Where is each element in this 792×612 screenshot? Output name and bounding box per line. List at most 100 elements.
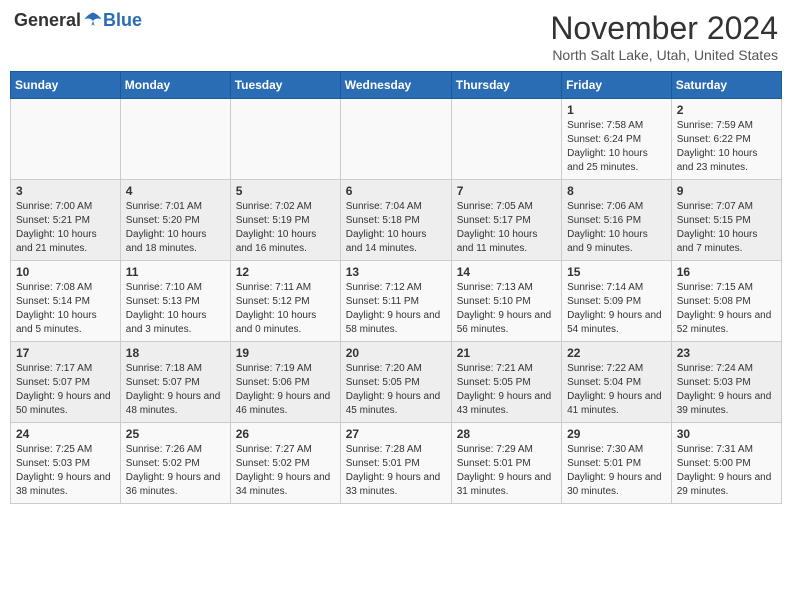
day-number: 29 bbox=[567, 427, 666, 441]
day-info: Sunrise: 7:20 AM Sunset: 5:05 PM Dayligh… bbox=[346, 362, 446, 418]
calendar-cell bbox=[11, 99, 121, 180]
day-header-wednesday: Wednesday bbox=[340, 72, 451, 99]
day-number: 13 bbox=[346, 265, 446, 279]
day-header-thursday: Thursday bbox=[451, 72, 561, 99]
day-number: 20 bbox=[346, 346, 446, 360]
day-info: Sunrise: 7:17 AM Sunset: 5:07 PM Dayligh… bbox=[16, 362, 115, 418]
day-info: Sunrise: 7:05 AM Sunset: 5:17 PM Dayligh… bbox=[457, 200, 556, 256]
day-info: Sunrise: 7:59 AM Sunset: 6:22 PM Dayligh… bbox=[677, 119, 776, 175]
day-number: 4 bbox=[126, 184, 225, 198]
day-number: 11 bbox=[126, 265, 225, 279]
title-block: November 2024 North Salt Lake, Utah, Uni… bbox=[550, 10, 778, 63]
day-info: Sunrise: 7:12 AM Sunset: 5:11 PM Dayligh… bbox=[346, 281, 446, 337]
calendar-cell: 8 Sunrise: 7:06 AM Sunset: 5:16 PM Daylig… bbox=[562, 180, 672, 261]
day-number: 24 bbox=[16, 427, 115, 441]
calendar-cell: 10 Sunrise: 7:08 AM Sunset: 5:14 PM Dayli… bbox=[11, 261, 121, 342]
day-info: Sunrise: 7:11 AM Sunset: 5:12 PM Dayligh… bbox=[236, 281, 335, 337]
calendar-cell: 12Sunrise: 7:11 AM Sunset: 5:12 PM Dayli… bbox=[230, 261, 340, 342]
day-info: Sunrise: 7:27 AM Sunset: 5:02 PM Dayligh… bbox=[236, 443, 335, 499]
calendar-cell: 18 Sunrise: 7:18 AM Sunset: 5:07 PM Dayli… bbox=[120, 342, 230, 423]
day-number: 19 bbox=[236, 346, 335, 360]
day-number: 17 bbox=[16, 346, 115, 360]
calendar-week-1: 3 Sunrise: 7:00 AM Sunset: 5:21 PM Daylig… bbox=[11, 180, 782, 261]
day-number: 21 bbox=[457, 346, 556, 360]
day-info: Sunrise: 7:06 AM Sunset: 5:16 PM Dayligh… bbox=[567, 200, 666, 256]
day-info: Sunrise: 7:21 AM Sunset: 5:05 PM Dayligh… bbox=[457, 362, 556, 418]
calendar-cell bbox=[230, 99, 340, 180]
calendar-week-0: 1 Sunrise: 7:58 AM Sunset: 6:24 PM Daylig… bbox=[11, 99, 782, 180]
calendar-cell: 4Sunrise: 7:01 AM Sunset: 5:20 PM Daylig… bbox=[120, 180, 230, 261]
day-number: 6 bbox=[346, 184, 446, 198]
day-header-tuesday: Tuesday bbox=[230, 72, 340, 99]
day-info: Sunrise: 7:18 AM Sunset: 5:07 PM Dayligh… bbox=[126, 362, 225, 418]
calendar-cell: 21 Sunrise: 7:21 AM Sunset: 5:05 PM Dayli… bbox=[451, 342, 561, 423]
calendar-cell bbox=[451, 99, 561, 180]
calendar-cell: 17 Sunrise: 7:17 AM Sunset: 5:07 PM Dayli… bbox=[11, 342, 121, 423]
day-info: Sunrise: 7:07 AM Sunset: 5:15 PM Dayligh… bbox=[677, 200, 776, 256]
calendar-cell bbox=[340, 99, 451, 180]
day-info: Sunrise: 7:29 AM Sunset: 5:01 PM Dayligh… bbox=[457, 443, 556, 499]
day-info: Sunrise: 7:26 AM Sunset: 5:02 PM Dayligh… bbox=[126, 443, 225, 499]
calendar-cell: 23Sunrise: 7:24 AM Sunset: 5:03 PM Dayli… bbox=[671, 342, 781, 423]
day-number: 16 bbox=[677, 265, 776, 279]
logo: General Blue bbox=[14, 10, 142, 31]
calendar-cell: 7 Sunrise: 7:05 AM Sunset: 5:17 PM Daylig… bbox=[451, 180, 561, 261]
day-number: 1 bbox=[567, 103, 666, 117]
location-title: North Salt Lake, Utah, United States bbox=[550, 47, 778, 63]
calendar-cell: 24 Sunrise: 7:25 AM Sunset: 5:03 PM Dayli… bbox=[11, 423, 121, 504]
day-number: 28 bbox=[457, 427, 556, 441]
month-title: November 2024 bbox=[550, 10, 778, 47]
day-number: 30 bbox=[677, 427, 776, 441]
day-number: 2 bbox=[677, 103, 776, 117]
day-info: Sunrise: 7:25 AM Sunset: 5:03 PM Dayligh… bbox=[16, 443, 115, 499]
day-header-sunday: Sunday bbox=[11, 72, 121, 99]
logo-bird-icon bbox=[83, 11, 103, 31]
day-info: Sunrise: 7:04 AM Sunset: 5:18 PM Dayligh… bbox=[346, 200, 446, 256]
day-header-saturday: Saturday bbox=[671, 72, 781, 99]
calendar-cell: 9Sunrise: 7:07 AM Sunset: 5:15 PM Daylig… bbox=[671, 180, 781, 261]
day-number: 8 bbox=[567, 184, 666, 198]
calendar-week-2: 10 Sunrise: 7:08 AM Sunset: 5:14 PM Dayli… bbox=[11, 261, 782, 342]
day-info: Sunrise: 7:14 AM Sunset: 5:09 PM Dayligh… bbox=[567, 281, 666, 337]
day-info: Sunrise: 7:13 AM Sunset: 5:10 PM Dayligh… bbox=[457, 281, 556, 337]
calendar-cell: 28 Sunrise: 7:29 AM Sunset: 5:01 PM Dayli… bbox=[451, 423, 561, 504]
day-info: Sunrise: 7:31 AM Sunset: 5:00 PM Dayligh… bbox=[677, 443, 776, 499]
logo-general-text: General bbox=[14, 10, 81, 31]
day-info: Sunrise: 7:19 AM Sunset: 5:06 PM Dayligh… bbox=[236, 362, 335, 418]
day-number: 7 bbox=[457, 184, 556, 198]
day-number: 27 bbox=[346, 427, 446, 441]
calendar-header: SundayMondayTuesdayWednesdayThursdayFrid… bbox=[11, 72, 782, 99]
calendar-cell: 6 Sunrise: 7:04 AM Sunset: 5:18 PM Daylig… bbox=[340, 180, 451, 261]
day-info: Sunrise: 7:02 AM Sunset: 5:19 PM Dayligh… bbox=[236, 200, 335, 256]
day-number: 10 bbox=[16, 265, 115, 279]
calendar-cell: 14 Sunrise: 7:13 AM Sunset: 5:10 PM Dayli… bbox=[451, 261, 561, 342]
header-row: SundayMondayTuesdayWednesdayThursdayFrid… bbox=[11, 72, 782, 99]
day-number: 22 bbox=[567, 346, 666, 360]
day-header-monday: Monday bbox=[120, 72, 230, 99]
day-info: Sunrise: 7:00 AM Sunset: 5:21 PM Dayligh… bbox=[16, 200, 115, 256]
calendar-cell: 16Sunrise: 7:15 AM Sunset: 5:08 PM Dayli… bbox=[671, 261, 781, 342]
calendar-cell: 2 Sunrise: 7:59 AM Sunset: 6:22 PM Daylig… bbox=[671, 99, 781, 180]
calendar-cell: 20 Sunrise: 7:20 AM Sunset: 5:05 PM Dayli… bbox=[340, 342, 451, 423]
calendar-cell bbox=[120, 99, 230, 180]
calendar-cell: 13 Sunrise: 7:12 AM Sunset: 5:11 PM Dayli… bbox=[340, 261, 451, 342]
calendar-table: SundayMondayTuesdayWednesdayThursdayFrid… bbox=[10, 71, 782, 504]
day-info: Sunrise: 7:58 AM Sunset: 6:24 PM Dayligh… bbox=[567, 119, 666, 175]
day-info: Sunrise: 7:08 AM Sunset: 5:14 PM Dayligh… bbox=[16, 281, 115, 337]
day-number: 26 bbox=[236, 427, 335, 441]
day-number: 23 bbox=[677, 346, 776, 360]
day-info: Sunrise: 7:30 AM Sunset: 5:01 PM Dayligh… bbox=[567, 443, 666, 499]
day-header-friday: Friday bbox=[562, 72, 672, 99]
calendar-cell: 15Sunrise: 7:14 AM Sunset: 5:09 PM Dayli… bbox=[562, 261, 672, 342]
day-info: Sunrise: 7:10 AM Sunset: 5:13 PM Dayligh… bbox=[126, 281, 225, 337]
calendar-cell: 22Sunrise: 7:22 AM Sunset: 5:04 PM Dayli… bbox=[562, 342, 672, 423]
calendar-cell: 27Sunrise: 7:28 AM Sunset: 5:01 PM Dayli… bbox=[340, 423, 451, 504]
calendar-week-3: 17 Sunrise: 7:17 AM Sunset: 5:07 PM Dayli… bbox=[11, 342, 782, 423]
logo-blue-text: Blue bbox=[103, 10, 142, 31]
calendar-cell: 19 Sunrise: 7:19 AM Sunset: 5:06 PM Dayli… bbox=[230, 342, 340, 423]
day-number: 14 bbox=[457, 265, 556, 279]
day-number: 18 bbox=[126, 346, 225, 360]
day-number: 3 bbox=[16, 184, 115, 198]
day-number: 5 bbox=[236, 184, 335, 198]
calendar-cell: 5 Sunrise: 7:02 AM Sunset: 5:19 PM Daylig… bbox=[230, 180, 340, 261]
